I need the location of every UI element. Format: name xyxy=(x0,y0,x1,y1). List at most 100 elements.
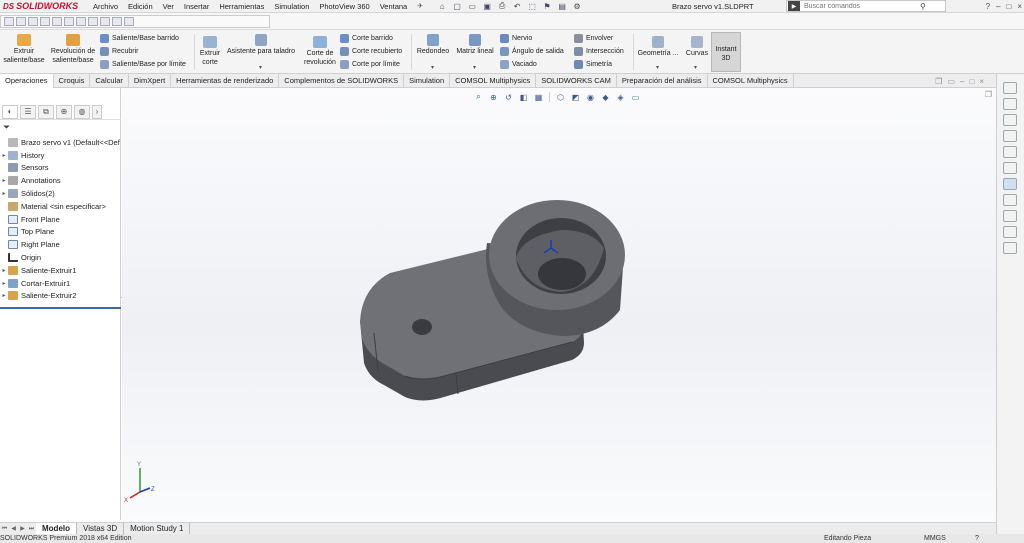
tree-item-part[interactable]: Brazo servo v1 (Default<<Def xyxy=(0,136,121,149)
rebuild-icon[interactable]: ⚑ xyxy=(541,1,553,11)
search-icon[interactable]: ⚲ xyxy=(920,2,926,11)
tab-addins[interactable]: Complementos de SOLIDWORKS xyxy=(279,74,405,88)
toolbar-icon-7[interactable] xyxy=(76,17,86,26)
linear-pattern-button[interactable]: Matriz lineal xyxy=(454,34,496,56)
maximize-icon[interactable]: □ xyxy=(1006,2,1011,11)
draft-button[interactable]: Ángulo de salida xyxy=(500,45,564,57)
toolbar-icon-10[interactable] xyxy=(112,17,122,26)
tab-solidworks-cam[interactable]: SOLIDWORKS CAM xyxy=(536,74,617,88)
tab-croquis[interactable]: Croquis xyxy=(54,74,91,88)
swept-cut-button[interactable]: Corte barrido xyxy=(340,32,393,44)
rollback-bar[interactable] xyxy=(0,307,121,309)
prev-tab-arrow-icon[interactable]: ◀ xyxy=(9,524,18,534)
solidworks-forum-icon[interactable] xyxy=(1003,178,1017,190)
fillet-dropdown[interactable]: ▾ xyxy=(431,64,434,71)
part-model-3d[interactable]: Y X Z xyxy=(122,88,996,522)
more-tabs-icon[interactable]: › xyxy=(92,104,102,119)
simulation-icon[interactable] xyxy=(1003,194,1017,206)
coordinate-triad-icon[interactable]: Y X Z xyxy=(124,462,155,504)
solidworks-logo[interactable]: DS SOLIDWORKS xyxy=(0,1,88,11)
tree-item-top-plane[interactable]: Top Plane xyxy=(0,226,121,239)
next-tab-arrow-icon[interactable]: ▶ xyxy=(18,524,27,534)
toolbar-icon-4[interactable] xyxy=(40,17,50,26)
revolve-cut-button[interactable]: Corte de revolución xyxy=(300,36,340,67)
toolbar-icon-6[interactable] xyxy=(64,17,74,26)
tab-motion-study-1[interactable]: Motion Study 1 xyxy=(124,523,191,534)
toolbar-icon-9[interactable] xyxy=(100,17,110,26)
tree-item-front-plane[interactable]: Front Plane xyxy=(0,213,121,226)
dimxpert-tab-icon[interactable]: ⊕ xyxy=(56,104,72,119)
undo-icon[interactable]: ↶ xyxy=(511,1,523,11)
linear-pattern-dropdown[interactable]: ▾ xyxy=(473,64,476,71)
instant3d-panel-icon[interactable] xyxy=(1003,242,1017,254)
fillet-button[interactable]: Redondeo xyxy=(414,34,452,56)
extrude-cut-button[interactable]: Extruir corte xyxy=(197,36,223,67)
property-manager-tab-icon[interactable]: ☰ xyxy=(20,104,36,119)
menu-photoview[interactable]: PhotoView 360 xyxy=(314,2,374,11)
configuration-tab-icon[interactable]: ⧉ xyxy=(38,104,54,119)
wrap-button[interactable]: Envolver xyxy=(574,32,613,44)
tree-item-material[interactable]: Material <sin especificar> xyxy=(0,200,121,213)
tab-operaciones[interactable]: Operaciones xyxy=(0,74,54,88)
tree-expand-arrow[interactable]: ▸ xyxy=(0,267,8,274)
print-icon[interactable]: ⎙ xyxy=(496,1,508,11)
tree-item-right-plane[interactable]: Right Plane xyxy=(0,238,121,251)
menu-herramientas[interactable]: Herramientas xyxy=(214,2,269,11)
tab-modelo[interactable]: Modelo xyxy=(36,523,77,534)
tab-simulation[interactable]: Simulation xyxy=(404,74,451,88)
extrude-boss-button[interactable]: Extruir saliente/base xyxy=(2,34,46,65)
routing-icon[interactable] xyxy=(1003,226,1017,238)
lofted-cut-button[interactable]: Corte recubierto xyxy=(340,45,402,57)
tree-item-solid-bodies[interactable]: ▸ Sólidos(2) xyxy=(0,187,121,200)
tree-item-annotations[interactable]: ▸ Annotations xyxy=(0,174,121,187)
last-tab-arrow-icon[interactable]: ⏭ xyxy=(27,524,36,534)
loft-button[interactable]: Recubrir xyxy=(100,45,138,57)
menu-simulation[interactable]: Simulation xyxy=(269,2,314,11)
maximize-view-icon[interactable]: □ xyxy=(969,77,974,86)
tree-item-cut-extrude1[interactable]: ▸ Cortar-Extruir1 xyxy=(0,277,121,290)
boundary-cut-button[interactable]: Corte por límite xyxy=(340,58,400,70)
tree-item-boss-extrude1[interactable]: ▸ Saliente-Extruir1 xyxy=(0,264,121,277)
tree-expand-arrow[interactable]: ▸ xyxy=(0,280,8,287)
tree-expand-arrow[interactable]: ▸ xyxy=(0,152,8,159)
tab-analysis-prep[interactable]: Preparación del análisis xyxy=(617,74,708,88)
shell-button[interactable]: Vaciado xyxy=(500,58,537,70)
reference-geometry-button[interactable]: Geometría ... xyxy=(636,36,680,58)
minimize-view-icon[interactable]: – xyxy=(960,77,964,86)
feature-tree-tab-icon[interactable]: ◐ xyxy=(2,104,18,119)
tile-icon[interactable]: ▭ xyxy=(947,77,955,86)
status-help-icon[interactable]: ? xyxy=(975,534,979,543)
file-properties-icon[interactable]: ▤ xyxy=(556,1,568,11)
menu-insertar[interactable]: Insertar xyxy=(179,2,214,11)
swept-boss-button[interactable]: Saliente/Base barrido xyxy=(100,32,179,44)
pin-menu-icon[interactable]: ✈ xyxy=(412,2,428,10)
appearances-icon[interactable] xyxy=(1003,146,1017,158)
tab-dimxpert[interactable]: DimXpert xyxy=(129,74,172,88)
toolbar-icon-8[interactable] xyxy=(88,17,98,26)
tree-item-sensors[interactable]: Sensors xyxy=(0,162,121,175)
tree-expand-arrow[interactable]: ▸ xyxy=(0,177,8,184)
toolbar-icon-5[interactable] xyxy=(52,17,62,26)
mirror-button[interactable]: Simetría xyxy=(574,58,612,70)
reference-geometry-dropdown[interactable]: ▾ xyxy=(656,64,659,71)
design-library-icon[interactable] xyxy=(1003,98,1017,110)
tree-expand-arrow[interactable]: ▸ xyxy=(0,292,8,299)
display-manager-tab-icon[interactable]: ◍ xyxy=(74,104,90,119)
tab-comsol[interactable]: COMSOL Multiphysics xyxy=(450,74,537,88)
hole-wizard-button[interactable]: Asistente para taladro xyxy=(224,34,298,56)
close-view-icon[interactable]: × xyxy=(979,77,984,86)
home-icon[interactable]: ⌂ xyxy=(436,1,448,11)
intersect-button[interactable]: Intersección xyxy=(574,45,624,57)
tab-render-tools[interactable]: Herramientas de renderizado xyxy=(171,74,280,88)
toolbar-icon-1[interactable] xyxy=(4,17,14,26)
menu-ver[interactable]: Ver xyxy=(158,2,179,11)
search-category-icon[interactable]: ▶ xyxy=(788,1,800,11)
open-icon[interactable]: ▭ xyxy=(466,1,478,11)
restore-icon[interactable]: ❐ xyxy=(935,77,942,86)
hole-wizard-dropdown[interactable]: ▾ xyxy=(259,64,262,71)
instant3d-button[interactable]: Instant 3D xyxy=(711,32,741,72)
rib-button[interactable]: Nervio xyxy=(500,32,532,44)
curves-dropdown[interactable]: ▾ xyxy=(694,64,697,71)
tab-calcular[interactable]: Calcular xyxy=(90,74,129,88)
check-icon[interactable] xyxy=(1003,210,1017,222)
